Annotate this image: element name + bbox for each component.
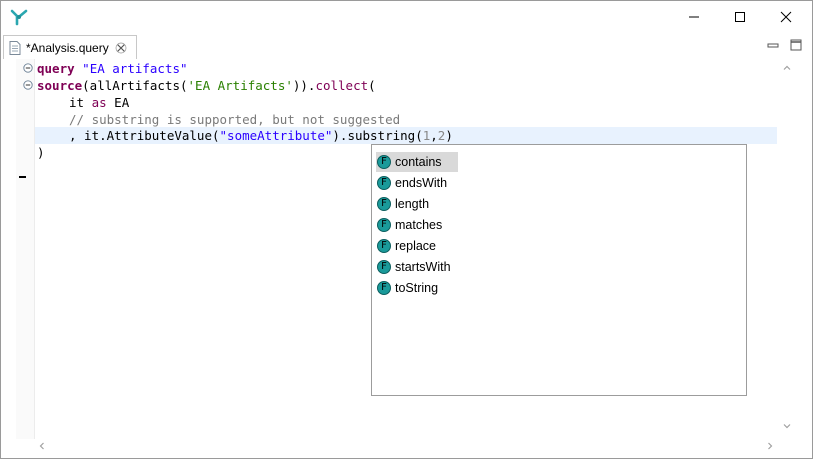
function-icon: F	[377, 155, 391, 169]
code-line-6: )	[37, 144, 45, 161]
scroll-right-icon[interactable]	[765, 441, 775, 451]
autocomplete-item-label: matches	[395, 218, 443, 232]
autocomplete-item[interactable]: F startsWith	[376, 257, 458, 277]
fold-toggle-icon[interactable]	[23, 63, 33, 73]
close-icon	[780, 11, 792, 23]
autocomplete-item-label: endsWith	[395, 176, 448, 190]
autocomplete-item[interactable]: F replace	[376, 236, 458, 256]
function-icon: F	[377, 176, 391, 190]
code-text: (allArtifacts(	[82, 78, 188, 93]
tab-close-icon[interactable]	[115, 42, 127, 54]
code-text: , it.AttributeValue(	[69, 128, 220, 143]
editor-tab-bar: *Analysis.query	[1, 33, 812, 60]
code-text: )).	[292, 78, 316, 93]
code-text: EA	[106, 95, 130, 110]
autocomplete-item[interactable]: F toString	[376, 278, 458, 298]
app-logo-icon	[10, 9, 28, 26]
text-caret	[19, 176, 26, 178]
code-comment: // substring is supported, but not sugge…	[69, 112, 401, 127]
keyword: source	[37, 78, 83, 93]
autocomplete-item-label: replace	[395, 239, 436, 253]
autocomplete-item[interactable]: F matches	[376, 215, 458, 235]
autocomplete-item-label: toString	[395, 281, 439, 295]
code-text: (	[368, 78, 376, 93]
code-line-3: it as EA	[69, 94, 129, 111]
view-minimize-icon[interactable]	[765, 37, 781, 53]
function-icon: F	[377, 218, 391, 232]
string-literal: 'EA Artifacts'	[187, 78, 293, 93]
scroll-up-icon[interactable]	[782, 63, 792, 73]
function-icon: F	[377, 260, 391, 274]
application-window: *Analysis.query query "EA artifacts" sou…	[0, 0, 813, 459]
code-line-5: , it.AttributeValue("someAttribute").sub…	[69, 127, 453, 144]
minimize-icon	[689, 16, 699, 18]
autocomplete-popup[interactable]: F contains F endsWith F length F matches…	[371, 144, 747, 396]
keyword: query	[37, 61, 75, 76]
view-maximize-icon[interactable]	[788, 37, 804, 53]
string-literal: "someAttribute"	[219, 128, 333, 143]
keyword: as	[91, 95, 107, 110]
code-text: )	[37, 145, 45, 160]
autocomplete-item[interactable]: F contains	[376, 152, 458, 172]
close-button[interactable]	[763, 1, 809, 33]
scroll-left-icon[interactable]	[37, 441, 47, 451]
code-line-2: source(allArtifacts('EA Artifacts')).col…	[37, 77, 376, 94]
autocomplete-item-label: length	[395, 197, 430, 211]
code-text: )	[445, 128, 453, 143]
minimize-button[interactable]	[671, 1, 717, 33]
horizontal-scrollbar[interactable]	[35, 437, 777, 457]
autocomplete-item-label: startsWith	[395, 260, 451, 274]
fold-toggle-icon[interactable]	[23, 80, 33, 90]
code-text: ).substring(	[332, 128, 423, 143]
scroll-down-icon[interactable]	[782, 421, 792, 431]
title-bar	[1, 1, 812, 33]
maximize-button[interactable]	[717, 1, 763, 33]
autocomplete-item[interactable]: F length	[376, 194, 458, 214]
function-icon: F	[377, 281, 391, 295]
autocomplete-item-label: contains	[395, 155, 442, 169]
tab-label: *Analysis.query	[26, 40, 109, 55]
keyword: collect	[315, 78, 369, 93]
code-text: ,	[430, 128, 438, 143]
file-icon	[9, 40, 21, 55]
code-text: it	[69, 95, 92, 110]
code-line-1: query "EA artifacts"	[37, 60, 188, 77]
autocomplete-item[interactable]: F endsWith	[376, 173, 458, 193]
function-icon: F	[377, 197, 391, 211]
code-line-4: // substring is supported, but not sugge…	[69, 111, 400, 128]
tab-analysis-query[interactable]: *Analysis.query	[3, 35, 137, 59]
function-icon: F	[377, 239, 391, 253]
vertical-scrollbar[interactable]	[777, 59, 797, 439]
string-literal: "EA artifacts"	[82, 61, 188, 76]
maximize-icon	[735, 12, 745, 22]
editor-gutter	[16, 59, 35, 439]
